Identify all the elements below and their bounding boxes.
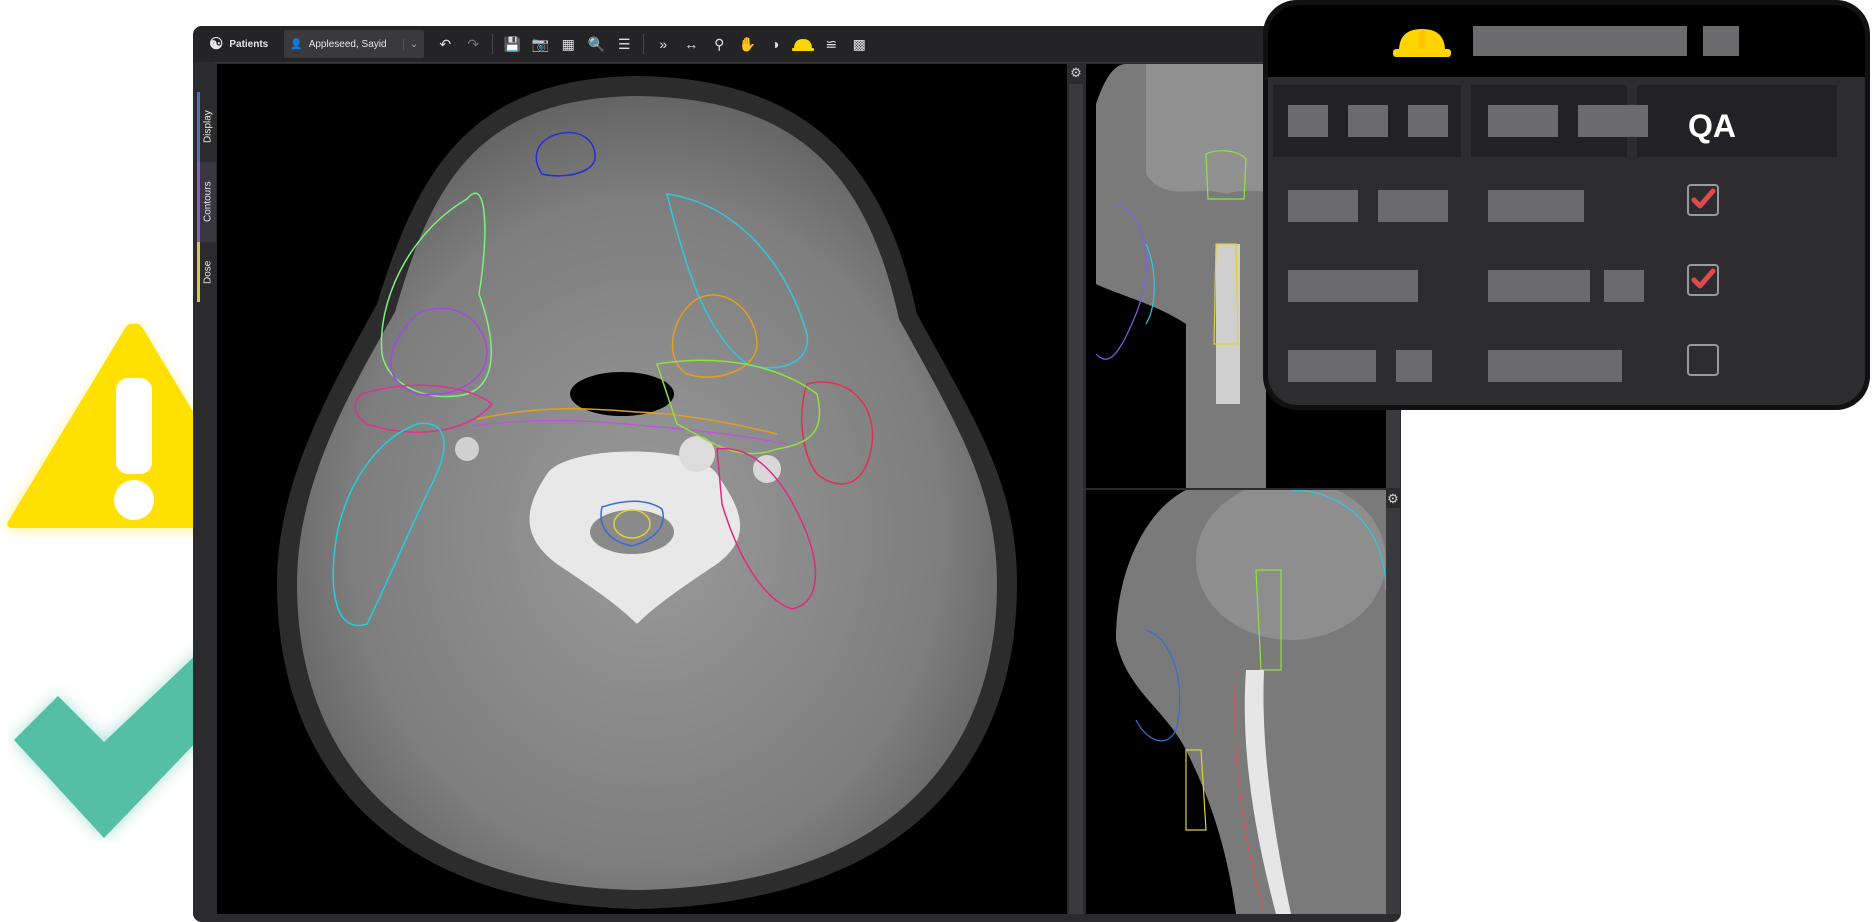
tab-contours[interactable]: Contours [197,162,216,242]
tab-display[interactable]: Display [197,92,216,162]
sagittal-scrollbar[interactable] [1386,508,1400,914]
side-tab-bar: Display Contours Dose [193,62,216,922]
toolbar: ☯ Patients 👤 Appleseed, Sayid ⌄ ↶ ↷ 💾 📷 … [193,26,1401,63]
qa-checkbox-row-1[interactable] [1687,184,1719,216]
measure-icon[interactable]: ↔ [678,31,704,57]
header-action-placeholder [1703,26,1739,56]
zoom-icon[interactable]: ⚲ [706,31,732,57]
row-2-placeholder [1604,270,1644,302]
header-placeholder [1488,105,1558,137]
axial-ct-image [277,76,1017,909]
row-1-placeholder [1288,190,1358,222]
contrast-icon[interactable]: ◑ [762,31,788,57]
patients-button[interactable]: ☯ Patients [193,26,278,62]
chevron-down-icon[interactable]: ⌄ [402,38,418,50]
undo-icon[interactable]: ↶ [432,31,458,57]
row-1-placeholder [1488,190,1584,222]
tab-display-label: Display [202,110,214,144]
qa-panel-header [1268,5,1865,77]
zoom-equal-icon[interactable]: ≌ [818,31,844,57]
layout-icon[interactable]: ▦ [555,31,581,57]
qa-panel: QA [1263,0,1870,410]
row-3-placeholder [1396,350,1432,382]
save-icon[interactable]: 💾 [499,31,525,57]
list-settings-icon[interactable]: ☰ [611,31,637,57]
double-chevron-icon[interactable]: » [650,31,676,57]
viewer-window: ☯ Patients 👤 Appleseed, Sayid ⌄ ↶ ↷ 💾 📷 … [193,26,1401,922]
row-3-placeholder [1288,350,1376,382]
tab-dose-label: Dose [202,260,214,284]
toolbar-divider [643,34,645,54]
tab-dose[interactable]: Dose [197,242,216,302]
qa-checkbox-row-3[interactable] [1687,344,1719,376]
qa-checkbox-row-2[interactable] [1687,264,1719,296]
axial-settings-gear-icon[interactable]: ⚙ [1069,66,1083,80]
sagittal-settings-gear-icon[interactable]: ⚙ [1386,492,1400,506]
header-placeholder [1408,105,1448,137]
search-image-icon[interactable]: 🔍 [583,31,609,57]
header-placeholder [1348,105,1388,137]
sagittal-ct-image [1116,490,1386,914]
axial-scrollbar[interactable] [1069,84,1083,914]
sagittal-view[interactable] [1086,490,1386,914]
patient-name: Appleseed, Sayid [308,38,387,50]
header-placeholder [1288,105,1328,137]
row-2-placeholder [1288,270,1418,302]
patients-label: Patients [229,38,269,50]
hard-hat-icon [1393,29,1451,57]
column-header-qa [1637,85,1837,157]
patient-select[interactable]: 👤 Appleseed, Sayid ⌄ [284,30,425,58]
hard-hat-icon[interactable] [790,31,816,57]
toolbar-divider [492,34,494,54]
tab-contours-label: Contours [202,181,214,223]
patients-icon: ☯ [209,36,224,53]
redo-icon[interactable]: ↷ [460,31,486,57]
qa-column-label: QA [1688,108,1736,144]
header-title-placeholder [1473,26,1687,56]
pan-hand-icon[interactable]: ✋ [734,31,760,57]
row-2-placeholder [1488,270,1590,302]
camera-icon[interactable]: 📷 [527,31,553,57]
axial-view[interactable] [217,64,1067,914]
check-mark-icon [1691,268,1716,289]
row-1-placeholder [1378,190,1448,222]
person-icon: 👤 [290,38,303,50]
row-3-placeholder [1488,350,1622,382]
check-mark-icon [1691,188,1716,209]
header-placeholder [1578,105,1648,137]
window-layout-icon[interactable]: ▩ [846,31,872,57]
